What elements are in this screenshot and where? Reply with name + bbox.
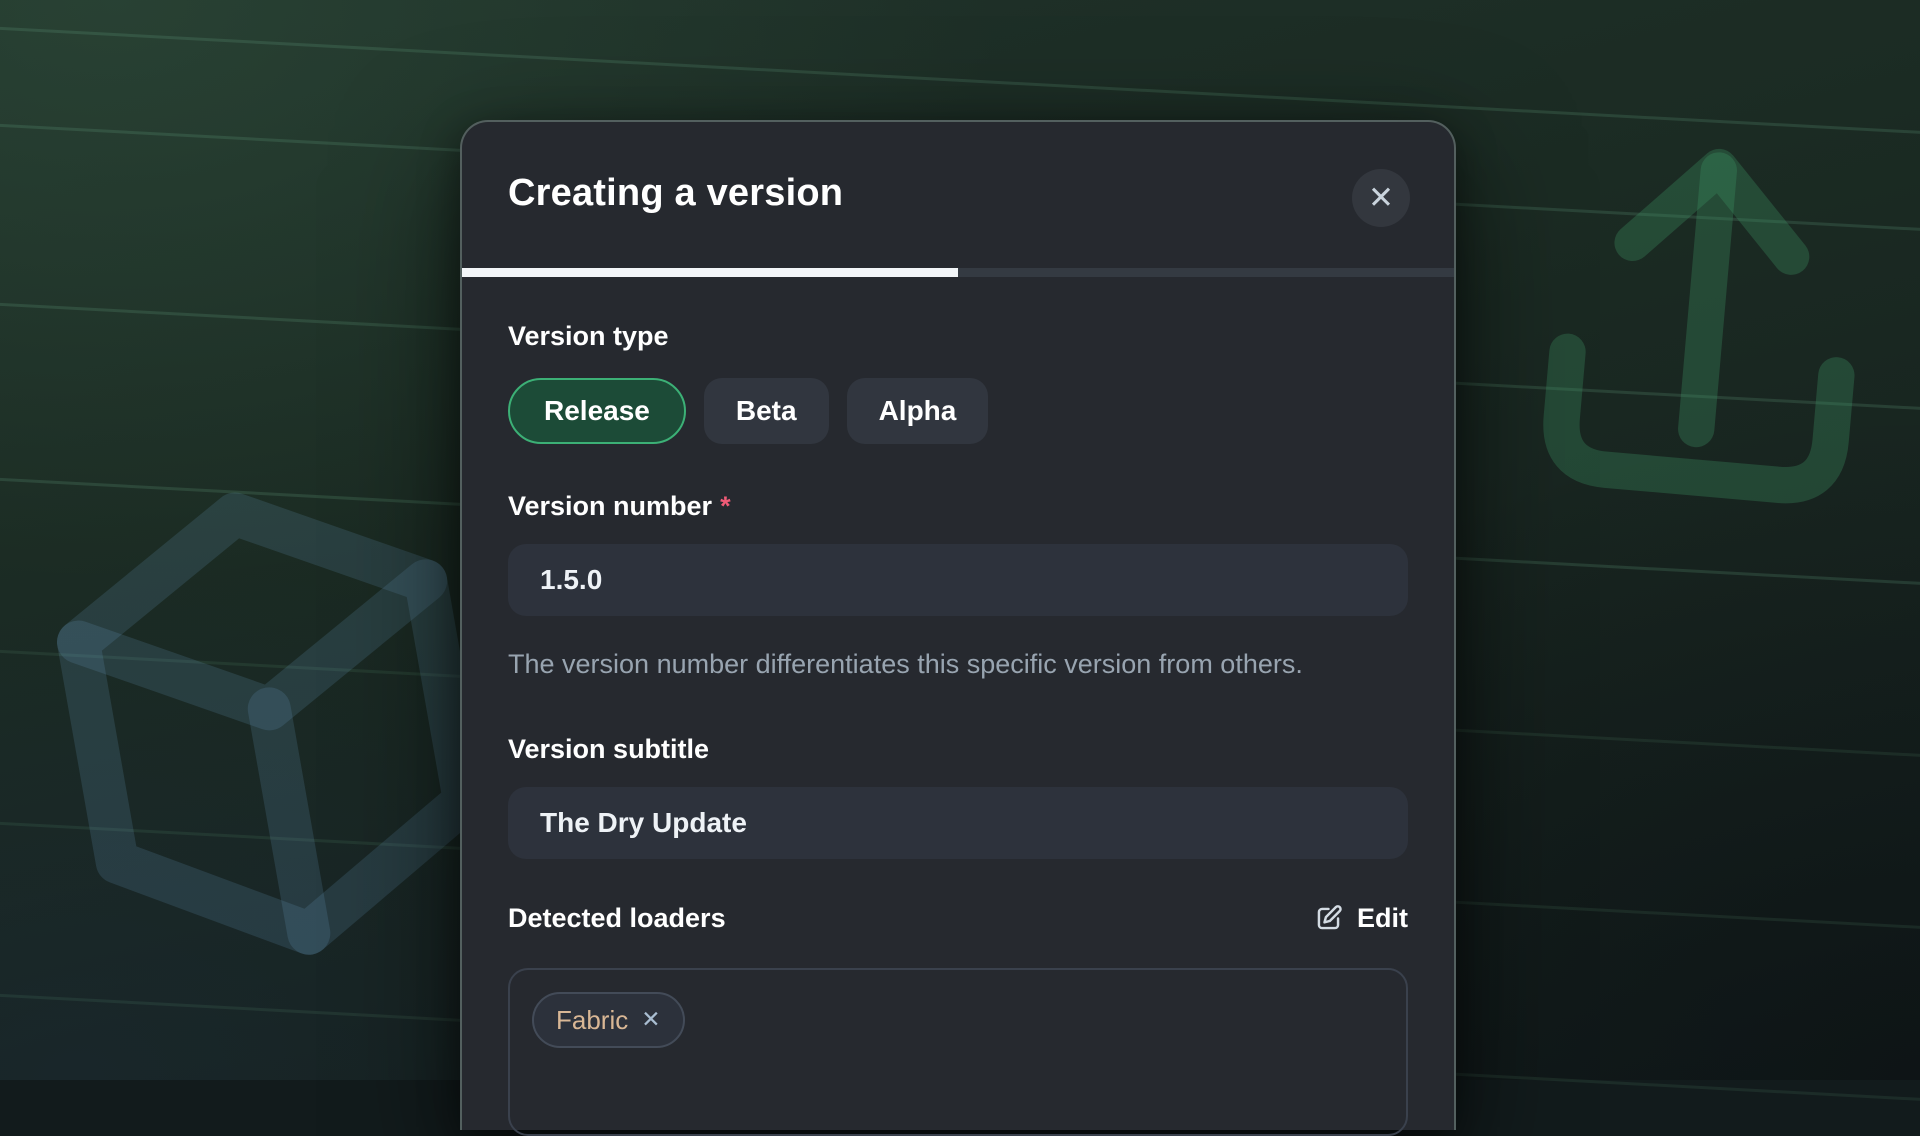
detected-loaders-row: Detected loaders Edit [508, 903, 1408, 934]
version-number-label: Version number* [508, 491, 1408, 522]
version-type-release-button[interactable]: Release [508, 378, 686, 444]
loader-chip-label: Fabric [556, 1005, 628, 1036]
close-icon: ✕ [1368, 183, 1394, 214]
version-subtitle-input[interactable] [508, 787, 1408, 859]
dialog-title: Creating a version [508, 172, 1408, 215]
version-type-beta-button[interactable]: Beta [704, 378, 829, 444]
version-subtitle-label: Version subtitle [508, 734, 1408, 765]
detected-loaders-box: Fabric ✕ [508, 968, 1408, 1136]
version-number-help: The version number differentiates this s… [508, 642, 1370, 687]
required-asterisk: * [720, 491, 731, 521]
dialog-body: Version type Release Beta Alpha Version … [462, 277, 1454, 1136]
version-type-alpha-button[interactable]: Alpha [847, 378, 989, 444]
progress-track [462, 268, 1454, 277]
edit-pencil-icon [1313, 903, 1344, 934]
loader-chip-fabric: Fabric ✕ [532, 992, 685, 1048]
version-number-input[interactable] [508, 544, 1408, 616]
version-type-label: Version type [508, 321, 1408, 352]
version-type-options: Release Beta Alpha [508, 378, 1408, 444]
dialog-header: Creating a version ✕ [462, 122, 1454, 268]
detected-loaders-label: Detected loaders [508, 903, 726, 934]
remove-loader-icon[interactable]: ✕ [641, 1009, 660, 1032]
edit-label: Edit [1357, 903, 1408, 934]
close-button[interactable]: ✕ [1352, 169, 1410, 227]
creating-version-dialog: Creating a version ✕ Version type Releas… [460, 120, 1456, 1130]
progress-fill [462, 268, 958, 277]
edit-loaders-button[interactable]: Edit [1313, 903, 1408, 934]
